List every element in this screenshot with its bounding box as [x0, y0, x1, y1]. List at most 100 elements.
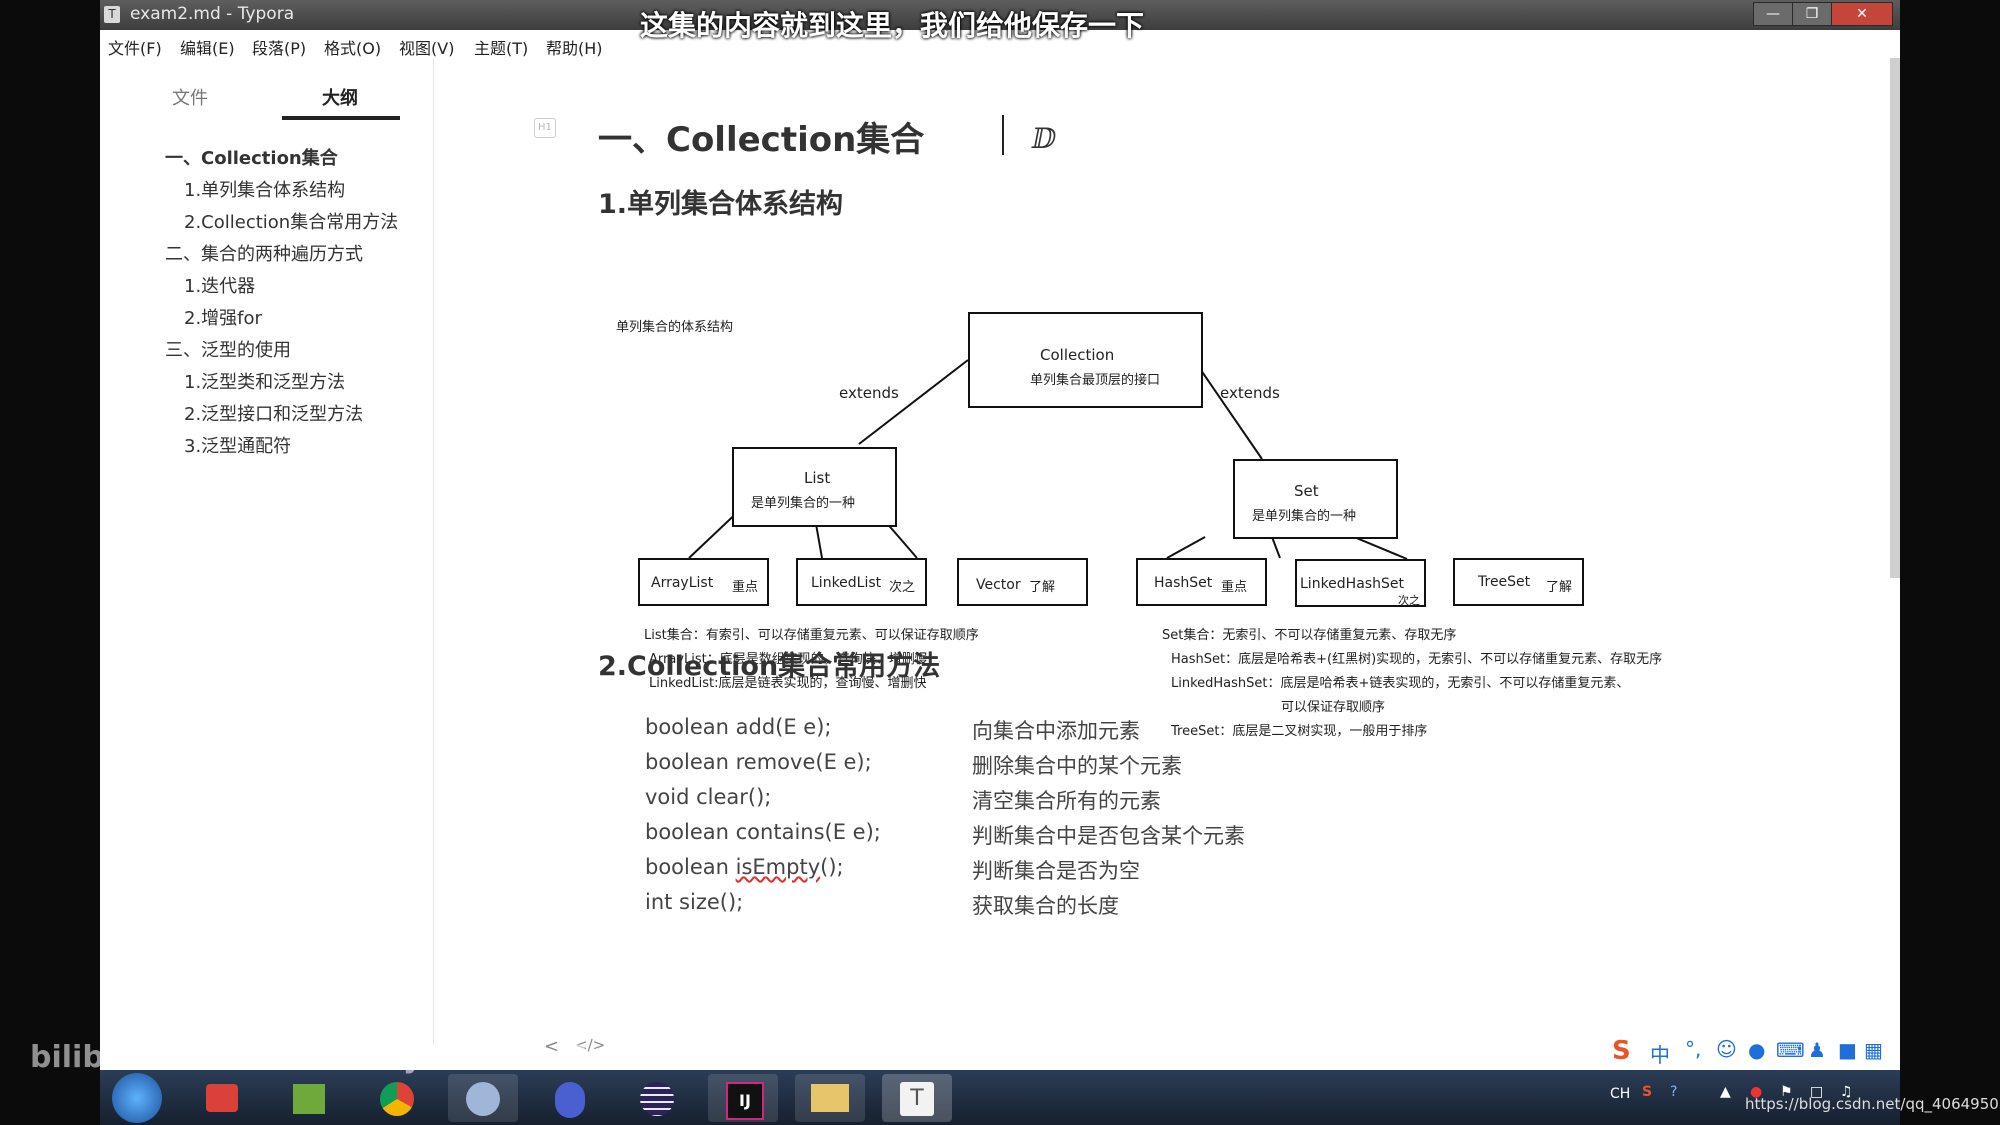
menu-help[interactable]: 帮助(H)	[546, 35, 603, 59]
node-treeset-note: 了解	[1546, 580, 1572, 595]
node-set-desc: 是单列集合的一种	[1252, 508, 1356, 524]
taskbar-app-icon[interactable]	[275, 1074, 345, 1122]
method-description: 判断集合是否为空	[972, 859, 1140, 883]
typora-app-icon: T	[104, 6, 120, 23]
taskbar-app-icon[interactable]	[535, 1074, 605, 1122]
node-linkedlist-name: LinkedList	[811, 575, 882, 591]
outline-item[interactable]: 1.单列集合体系结构	[184, 176, 345, 202]
node-linkedlist-note: 次之	[889, 579, 915, 595]
node-vector-name: Vector	[976, 577, 1021, 593]
maximize-button[interactable]: ❐	[1792, 2, 1832, 26]
method-description: 判断集合中是否包含某个元素	[972, 824, 1245, 848]
node-list	[732, 447, 897, 527]
method-description: 删除集合中的某个元素	[972, 754, 1182, 778]
method-signature: int size();	[645, 890, 744, 914]
editor-pane[interactable]: H1 一、Collection集合 ⅅ 1.单列集合体系结构 单列集合的体系结构	[434, 58, 1884, 1028]
method-signature: boolean remove(E e);	[645, 750, 872, 774]
menu-edit[interactable]: 编辑(E)	[180, 35, 235, 59]
set-note-line: Set集合：无索引、不可以存储重复元素、存取无序	[1162, 627, 1456, 643]
node-arraylist-note: 重点	[732, 579, 758, 595]
method-signature: boolean add(E e);	[645, 715, 832, 739]
outline-item[interactable]: 2.Collection集合常用方法	[184, 208, 398, 234]
emoji-icon[interactable]: ☺	[1716, 1037, 1737, 1061]
set-note-line: 可以保证存取顺序	[1281, 700, 1385, 715]
chinese-mode-icon[interactable]: 中	[1650, 1039, 1670, 1068]
menu-file[interactable]: 文件(F)	[108, 35, 162, 59]
set-note-line: HashSet：底层是哈希表+(红黑树)实现的，无索引、不可以存储重复元素、存取…	[1171, 651, 1662, 667]
method-description: 清空集合所有的元素	[972, 789, 1161, 813]
language-indicator[interactable]: CH	[1610, 1086, 1630, 1102]
outline-item[interactable]: 二、集合的两种遍历方式	[165, 240, 363, 266]
taskbar-app-icon[interactable]	[188, 1074, 258, 1122]
grid-menu-icon[interactable]: ▦	[1864, 1038, 1883, 1062]
outline-item[interactable]: 2.增强for	[184, 304, 262, 330]
tab-files[interactable]: 文件	[172, 84, 208, 110]
editor-scrollbar[interactable]	[1890, 58, 1900, 578]
menu-format[interactable]: 格式(O)	[324, 35, 381, 59]
outline-item[interactable]: 2.泛型接口和泛型方法	[184, 400, 363, 426]
node-list-desc: 是单列集合的一种	[751, 495, 855, 511]
method-description: 获取集合的长度	[972, 894, 1119, 918]
set-note-line: LinkedHashSet：底层是哈希表+链表实现的，无索引、不可以存储重复元素…	[1171, 675, 1629, 691]
text-caret	[1002, 115, 1004, 155]
close-button[interactable]: ✕	[1831, 2, 1893, 26]
method-description: 向集合中添加元素	[972, 719, 1140, 743]
heading-methods[interactable]: 2.Collection集合常用方法	[598, 644, 940, 683]
node-arraylist-name: ArrayList	[651, 575, 714, 591]
sogou-tray-icon[interactable]: S	[1642, 1084, 1652, 1100]
keyboard-icon[interactable]: ⌨	[1776, 1038, 1805, 1062]
sig-post: ();	[820, 855, 844, 879]
method-signature: boolean isEmpty();	[645, 855, 844, 879]
heading-collection[interactable]: 一、Collection集合	[598, 112, 924, 161]
show-hidden-icons-icon[interactable]: ▲	[1720, 1084, 1731, 1100]
typora-taskbar-icon[interactable]: T	[882, 1074, 952, 1122]
bilibili-watermark: bilibili BV1… 141… 7wy… P24… 0:03:41:1…	[30, 1040, 759, 1075]
tab-outline[interactable]: 大纲	[322, 84, 358, 110]
outline-item[interactable]: 三、泛型的使用	[165, 336, 291, 362]
node-treeset-name: TreeSet	[1477, 574, 1531, 590]
chrome-icon[interactable]	[362, 1074, 432, 1122]
video-subtitle: 这集的内容就到这里，我们给他保存一下	[640, 9, 1145, 42]
sidebar: 文件 大纲 一、Collection集合 1.单列集合体系结构 2.Collec…	[100, 58, 434, 1045]
intellij-idea-icon[interactable]: IJ	[708, 1074, 778, 1122]
node-vector-note: 了解	[1029, 580, 1055, 595]
extends-label-left: extends	[839, 384, 899, 402]
menu-paragraph[interactable]: 段落(P)	[252, 35, 306, 59]
menu-theme[interactable]: 主题(T)	[474, 35, 528, 59]
user-icon[interactable]: ♟	[1808, 1038, 1826, 1062]
outline-item[interactable]: 3.泛型通配符	[184, 432, 291, 458]
node-collection-desc: 单列集合最顶层的接口	[1030, 372, 1160, 388]
active-tab-indicator	[282, 116, 400, 120]
node-set-name: Set	[1294, 482, 1319, 500]
method-signature: boolean contains(E e);	[645, 820, 881, 844]
heading-structure[interactable]: 1.单列集合体系结构	[598, 182, 843, 221]
heading-level-marker: H1	[534, 118, 556, 138]
method-signature: void clear();	[645, 785, 772, 809]
outline-item[interactable]: 一、Collection集合	[165, 144, 338, 170]
typora-window: T exam2.md - Typora — ❐ ✕ 文件(F) 编辑(E) 段落…	[100, 0, 1900, 1070]
skin-icon[interactable]: ■	[1838, 1038, 1857, 1062]
list-note-line: List集合：有索引、可以存储重复元素、可以保证存取顺序	[644, 627, 979, 643]
window-title: exam2.md - Typora	[130, 4, 295, 24]
spellcheck-flagged-word[interactable]: isEmpty	[736, 855, 821, 879]
node-list-name: List	[804, 469, 830, 487]
diagram-caption: 单列集合的体系结构	[616, 319, 733, 335]
sig-pre: boolean	[645, 855, 736, 879]
start-button-icon[interactable]	[112, 1073, 162, 1123]
csdn-watermark: https://blog.csdn.net/qq_40649503	[1745, 1095, 2000, 1113]
node-linkedhashset-note: 次之	[1398, 593, 1420, 607]
microphone-icon[interactable]: ●	[1748, 1038, 1765, 1062]
punctuation-icon[interactable]: °,	[1685, 1037, 1701, 1061]
file-explorer-icon[interactable]	[795, 1074, 865, 1122]
ime-toolbar[interactable]: S 中 °, ☺ ● ⌨ ♟ ■ ▦	[1610, 1035, 1890, 1067]
help-icon[interactable]: ?	[1670, 1084, 1677, 1100]
menu-view[interactable]: 视图(V)	[399, 35, 454, 59]
minimize-button[interactable]: —	[1753, 2, 1793, 26]
eclipse-icon[interactable]	[622, 1074, 692, 1122]
extends-label-right: extends	[1220, 384, 1280, 402]
node-linkedhashset-name: LinkedHashSet	[1300, 576, 1404, 592]
outline-item[interactable]: 1.迭代器	[184, 272, 255, 298]
outline-item[interactable]: 1.泛型类和泛型方法	[184, 368, 345, 394]
paint-icon[interactable]	[448, 1074, 518, 1122]
node-collection-name: Collection	[1040, 346, 1114, 364]
